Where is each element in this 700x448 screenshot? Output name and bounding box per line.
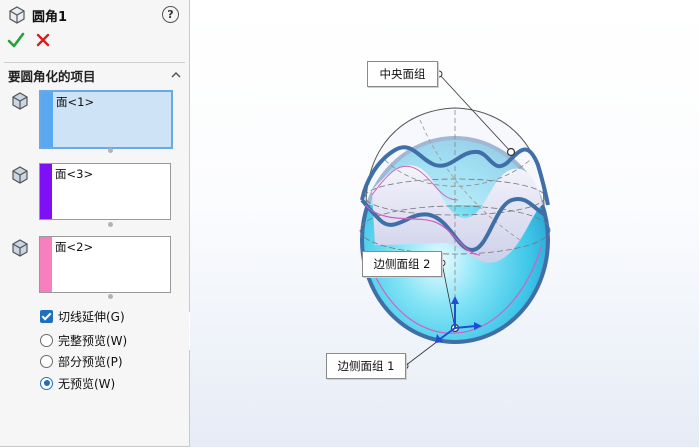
radio-partial-preview[interactable]: 部分预览(P) (40, 353, 123, 369)
resize-grip[interactable] (108, 148, 113, 153)
divider (4, 62, 185, 63)
resize-grip[interactable] (108, 222, 113, 227)
callout-side-faces-1[interactable]: 边侧面组 1 (326, 353, 406, 379)
model-view (359, 70, 551, 370)
checkbox-label: 切线延伸(G) (58, 309, 125, 324)
tangent-propagation-checkbox[interactable]: 切线延伸(G) (40, 308, 125, 324)
selection-value: 面<1> (56, 95, 95, 109)
property-manager: 圆角1 ? 要圆角化的项目 面<1> 面<3> 面<2> 切线延伸(G) 完整预… (0, 0, 190, 447)
selection-box-2[interactable]: 面<3> (39, 163, 171, 220)
radio-no-preview[interactable]: 无预览(W) (40, 375, 115, 391)
face-color-swatch (40, 237, 52, 292)
radio-button[interactable] (40, 354, 53, 368)
radio-label: 部分预览(P) (58, 354, 123, 369)
face-color-swatch (41, 92, 53, 147)
face-icon (12, 166, 28, 184)
radio-button[interactable] (40, 333, 53, 347)
callout-side-faces-2[interactable]: 边侧面组 2 (362, 251, 442, 277)
radio-label: 完整预览(W) (58, 333, 128, 348)
cancel-x-icon[interactable] (34, 31, 52, 49)
callout-center-faces[interactable]: 中央面组 (367, 61, 438, 87)
selection-value: 面<3> (55, 167, 94, 181)
selection-value: 面<2> (55, 240, 94, 254)
selection-box-1[interactable]: 面<1> (39, 90, 173, 149)
face-icon (12, 92, 28, 110)
radio-full-preview[interactable]: 完整预览(W) (40, 332, 127, 348)
resize-grip[interactable] (108, 294, 113, 299)
ok-check-icon[interactable] (7, 31, 25, 49)
graphics-viewport[interactable]: 中央面组 边侧面组 2 边侧面组 1 (190, 0, 699, 447)
section-title: 要圆角化的项目 (8, 69, 96, 84)
selection-box-3[interactable]: 面<2> (39, 236, 171, 293)
collapse-chevron-icon[interactable] (170, 70, 182, 80)
face-color-swatch (40, 164, 52, 219)
help-icon[interactable]: ? (162, 6, 179, 23)
feature-title-row: 圆角1 (8, 5, 67, 25)
face-icon (12, 239, 28, 257)
radio-label: 无预览(W) (58, 376, 116, 391)
feature-title: 圆角1 (32, 9, 68, 25)
part-icon (9, 6, 25, 24)
anchor-point[interactable] (506, 147, 516, 157)
checkbox-checked[interactable] (40, 309, 53, 323)
radio-button-selected[interactable] (40, 376, 53, 390)
